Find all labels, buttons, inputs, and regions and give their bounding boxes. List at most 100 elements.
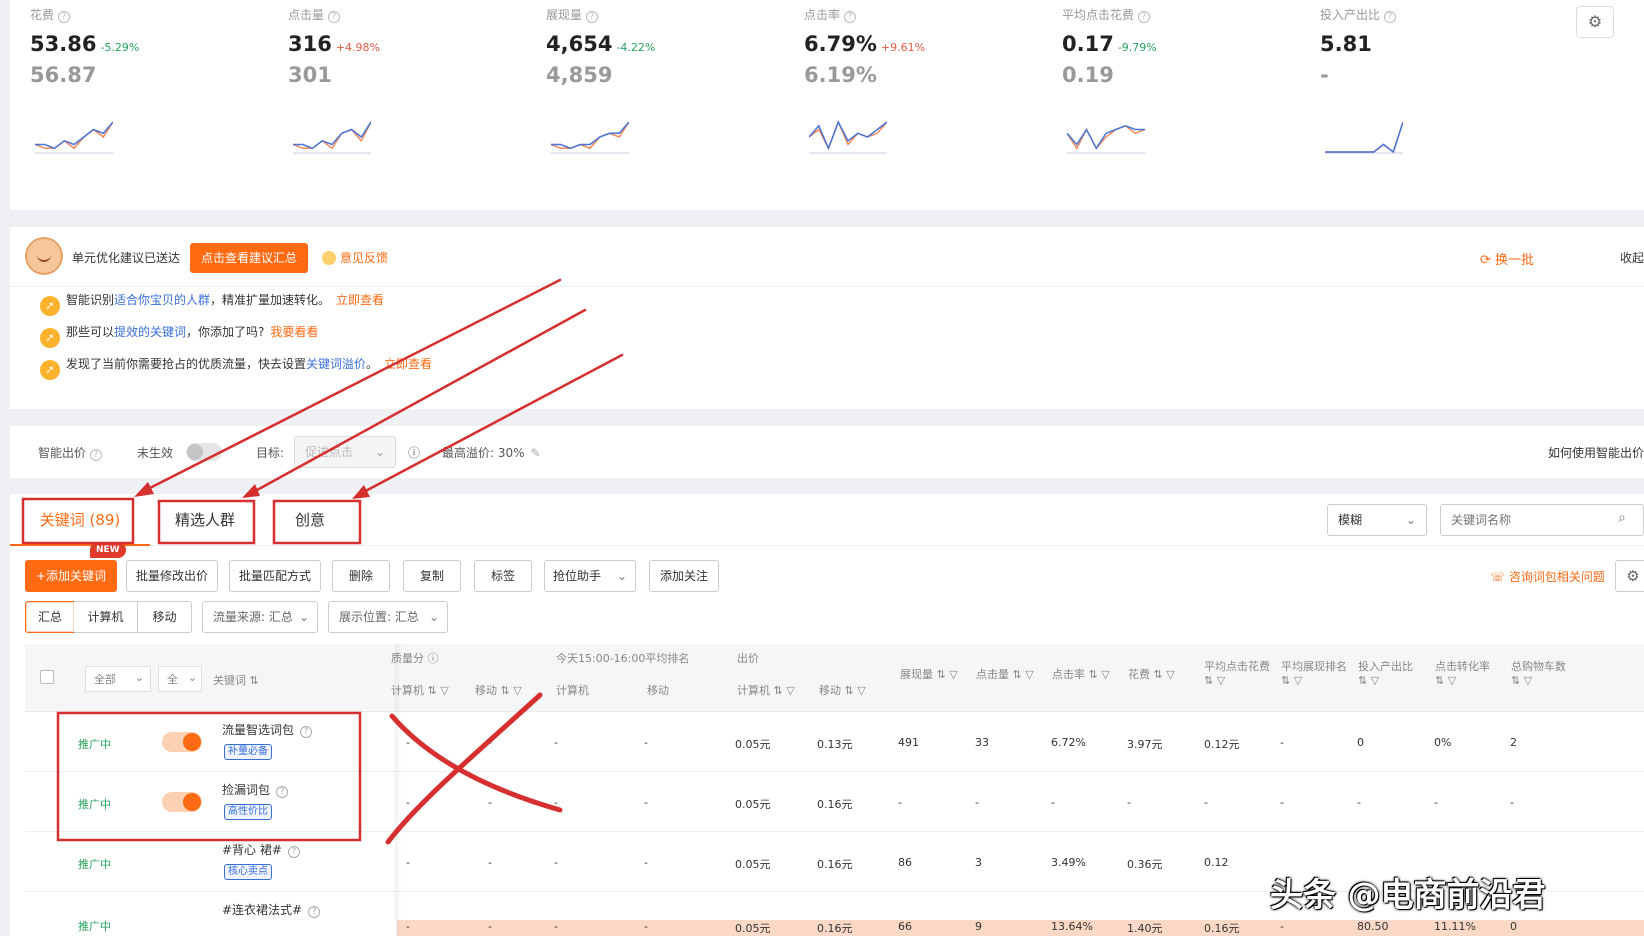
col-ctr[interactable]: 点击率 ⇅ ▽: [1052, 666, 1110, 682]
metrics-settings-button[interactable]: ⚙: [1576, 6, 1614, 38]
refresh-batch-link[interactable]: ⟳ 换一批: [1480, 249, 1534, 268]
display-position-select[interactable]: 展示位置: 汇总 ⌄: [328, 601, 448, 633]
gear-icon: ⚙: [1626, 567, 1640, 585]
match-mode-select[interactable]: 模糊 ⌄: [1327, 504, 1427, 536]
smart-bid-toggle[interactable]: [186, 443, 222, 461]
cell-bid-mobile[interactable]: 0.16元: [817, 856, 853, 872]
col-keyword[interactable]: 关键词 ⇅: [213, 672, 259, 688]
help-icon[interactable]: ?: [1138, 11, 1151, 23]
traffic-source-select[interactable]: 流量来源: 汇总 ⌄: [202, 601, 318, 633]
col-cost[interactable]: 花费 ⇅ ▽: [1128, 666, 1175, 682]
metric-ctr[interactable]: 点击率? 6.79% +9.61% 6.19%: [784, 0, 1044, 200]
metric-value: 5.81: [1320, 32, 1372, 56]
metrics-panel: 花费? 53.86 -5.29% 56.87 点击量? 316 +4.98% 301…: [10, 0, 1644, 210]
add-keyword-button[interactable]: +添加关键词: [25, 560, 117, 592]
tag-button[interactable]: 标签: [474, 560, 532, 592]
help-icon[interactable]: ?: [287, 846, 300, 858]
cell-bid-mobile[interactable]: 0.16元: [817, 920, 853, 936]
keyword-search-input[interactable]: [1440, 504, 1644, 536]
suggestion-item: ➚ 发现了当前你需要抢占的优质流量，快去设置关键词溢价。 立即查看: [40, 355, 432, 380]
segment-pc[interactable]: 计算机: [74, 601, 138, 633]
cell-bid-pc[interactable]: 0.05元: [735, 856, 771, 872]
help-icon[interactable]: ?: [586, 11, 599, 23]
feedback-link[interactable]: 意见反馈: [322, 249, 388, 266]
table-row[interactable]: 推广中 捡漏词包? 高性价比 - - - - 0.05元 0.16元 - - -…: [25, 772, 1644, 832]
col-roi[interactable]: 投入产出比 ⇅ ▽: [1358, 658, 1413, 687]
help-icon[interactable]: ?: [328, 11, 341, 23]
col-bid-pc[interactable]: 计算机 ⇅ ▽: [737, 682, 795, 698]
grab-position-dropdown[interactable]: 抢位助手 ⌄: [544, 560, 636, 592]
segment-all[interactable]: 汇总: [25, 601, 75, 633]
batch-bid-button[interactable]: 批量修改出价: [126, 560, 218, 592]
help-icon[interactable]: ?: [308, 906, 321, 918]
new-badge: NEW: [90, 542, 126, 558]
row-toggle[interactable]: [162, 732, 202, 752]
collapse-link[interactable]: 收起: [1620, 249, 1644, 266]
col-rank-pc: 计算机: [556, 684, 589, 697]
help-icon[interactable]: ?: [90, 449, 103, 461]
table-settings-button[interactable]: ⚙: [1615, 560, 1644, 592]
select-all-checkbox[interactable]: [40, 670, 54, 684]
copy-button[interactable]: 复制: [403, 560, 461, 592]
toggle-filter-select[interactable]: 全 ⌄: [158, 666, 202, 692]
target-select[interactable]: 促进点击 ⌄: [294, 436, 396, 468]
delete-button[interactable]: 删除: [332, 560, 390, 592]
edit-icon[interactable]: ✎: [531, 446, 541, 460]
segment-mobile[interactable]: 移动: [138, 601, 192, 633]
cell-bid-pc[interactable]: 0.05元: [735, 736, 771, 752]
metric-clicks[interactable]: 点击量? 316 +4.98% 301: [268, 0, 528, 200]
cell-ctr: 3.49%: [1051, 856, 1086, 869]
keyword-name: 流量智选词包?: [222, 721, 313, 738]
metric-roi[interactable]: 投入产出比? 5.81 -: [1300, 0, 1560, 200]
cell-quality-pc: -: [406, 920, 410, 933]
col-cvr[interactable]: 点击转化率 ⇅ ▽: [1435, 658, 1490, 687]
table-row[interactable]: 推广中 流量智选词包? 补量必备 - - - - 0.05元 0.13元 491…: [25, 712, 1644, 772]
row-toggle[interactable]: [162, 792, 202, 812]
rocket-icon: ➚: [40, 296, 60, 316]
help-icon[interactable]: ?: [276, 786, 289, 798]
search-icon[interactable]: ⌕: [1618, 510, 1626, 526]
batch-match-button[interactable]: 批量匹配方式: [229, 560, 321, 592]
metric-impressions[interactable]: 展现量? 4,654 -4.22% 4,859: [526, 0, 786, 200]
keyword-tag: 补量必备: [224, 744, 272, 760]
metric-cpc[interactable]: 平均点击花费? 0.17 -9.79% 0.19: [1042, 0, 1302, 200]
col-bid-mobile[interactable]: 移动 ⇅ ▽: [819, 682, 866, 698]
cell-bid-mobile[interactable]: 0.13元: [817, 736, 853, 752]
metric-cost[interactable]: 花费? 53.86 -5.29% 56.87: [10, 0, 270, 200]
status-text: 推广中: [78, 920, 111, 933]
col-clicks[interactable]: 点击量 ⇅ ▽: [976, 666, 1034, 682]
sparkline-series-current: [551, 121, 629, 150]
help-icon[interactable]: ?: [1384, 11, 1397, 23]
suggestion-action-link[interactable]: 我要看看: [270, 325, 318, 339]
status-filter-select[interactable]: 全部 ⌄: [85, 666, 151, 692]
add-follow-button[interactable]: 添加关注: [649, 560, 719, 592]
cell-bid-pc[interactable]: 0.05元: [735, 920, 771, 936]
tab-creative[interactable]: 创意: [270, 494, 350, 546]
help-icon[interactable]: ⓘ: [408, 444, 420, 461]
col-impressions[interactable]: 展现量 ⇅ ▽: [900, 666, 958, 682]
help-icon[interactable]: ?: [300, 726, 313, 738]
col-cpc[interactable]: 平均点击花费 ⇅ ▽: [1204, 658, 1270, 687]
cell-bid-pc[interactable]: 0.05元: [735, 796, 771, 812]
help-icon[interactable]: ?: [844, 11, 857, 23]
view-suggestions-button[interactable]: 点击查看建议汇总: [190, 243, 308, 273]
tab-keywords[interactable]: 关键词 (89): [10, 494, 150, 546]
cell-quality-mobile: -: [488, 796, 492, 809]
cell-rank-pc: -: [554, 736, 558, 749]
status-text: 推广中: [78, 798, 111, 811]
chevron-down-icon: ⌄: [428, 610, 439, 624]
col-quality-mobile[interactable]: 移动 ⇅ ▽: [475, 682, 522, 698]
smart-bid-help-link[interactable]: 如何使用智能出价: [1548, 444, 1644, 461]
consult-link[interactable]: ☏ 咨询词包相关问题: [1490, 568, 1605, 585]
metric-value: 53.86 -5.29%: [30, 32, 140, 56]
suggestion-action-link[interactable]: 立即查看: [336, 293, 384, 307]
col-cart[interactable]: 总购物车数 ⇅ ▽: [1511, 658, 1566, 687]
cell-cvr: 11.11%: [1434, 920, 1476, 933]
metric-label: 投入产出比: [1320, 8, 1381, 22]
cell-bid-mobile[interactable]: 0.16元: [817, 796, 853, 812]
help-icon[interactable]: ?: [58, 11, 71, 23]
suggestion-action-link[interactable]: 立即查看: [384, 357, 432, 371]
col-avg-rank[interactable]: 平均展现排名 ⇅ ▽: [1281, 658, 1347, 687]
cell-cart: -: [1510, 796, 1514, 809]
tab-audience[interactable]: 精选人群: [160, 494, 250, 546]
